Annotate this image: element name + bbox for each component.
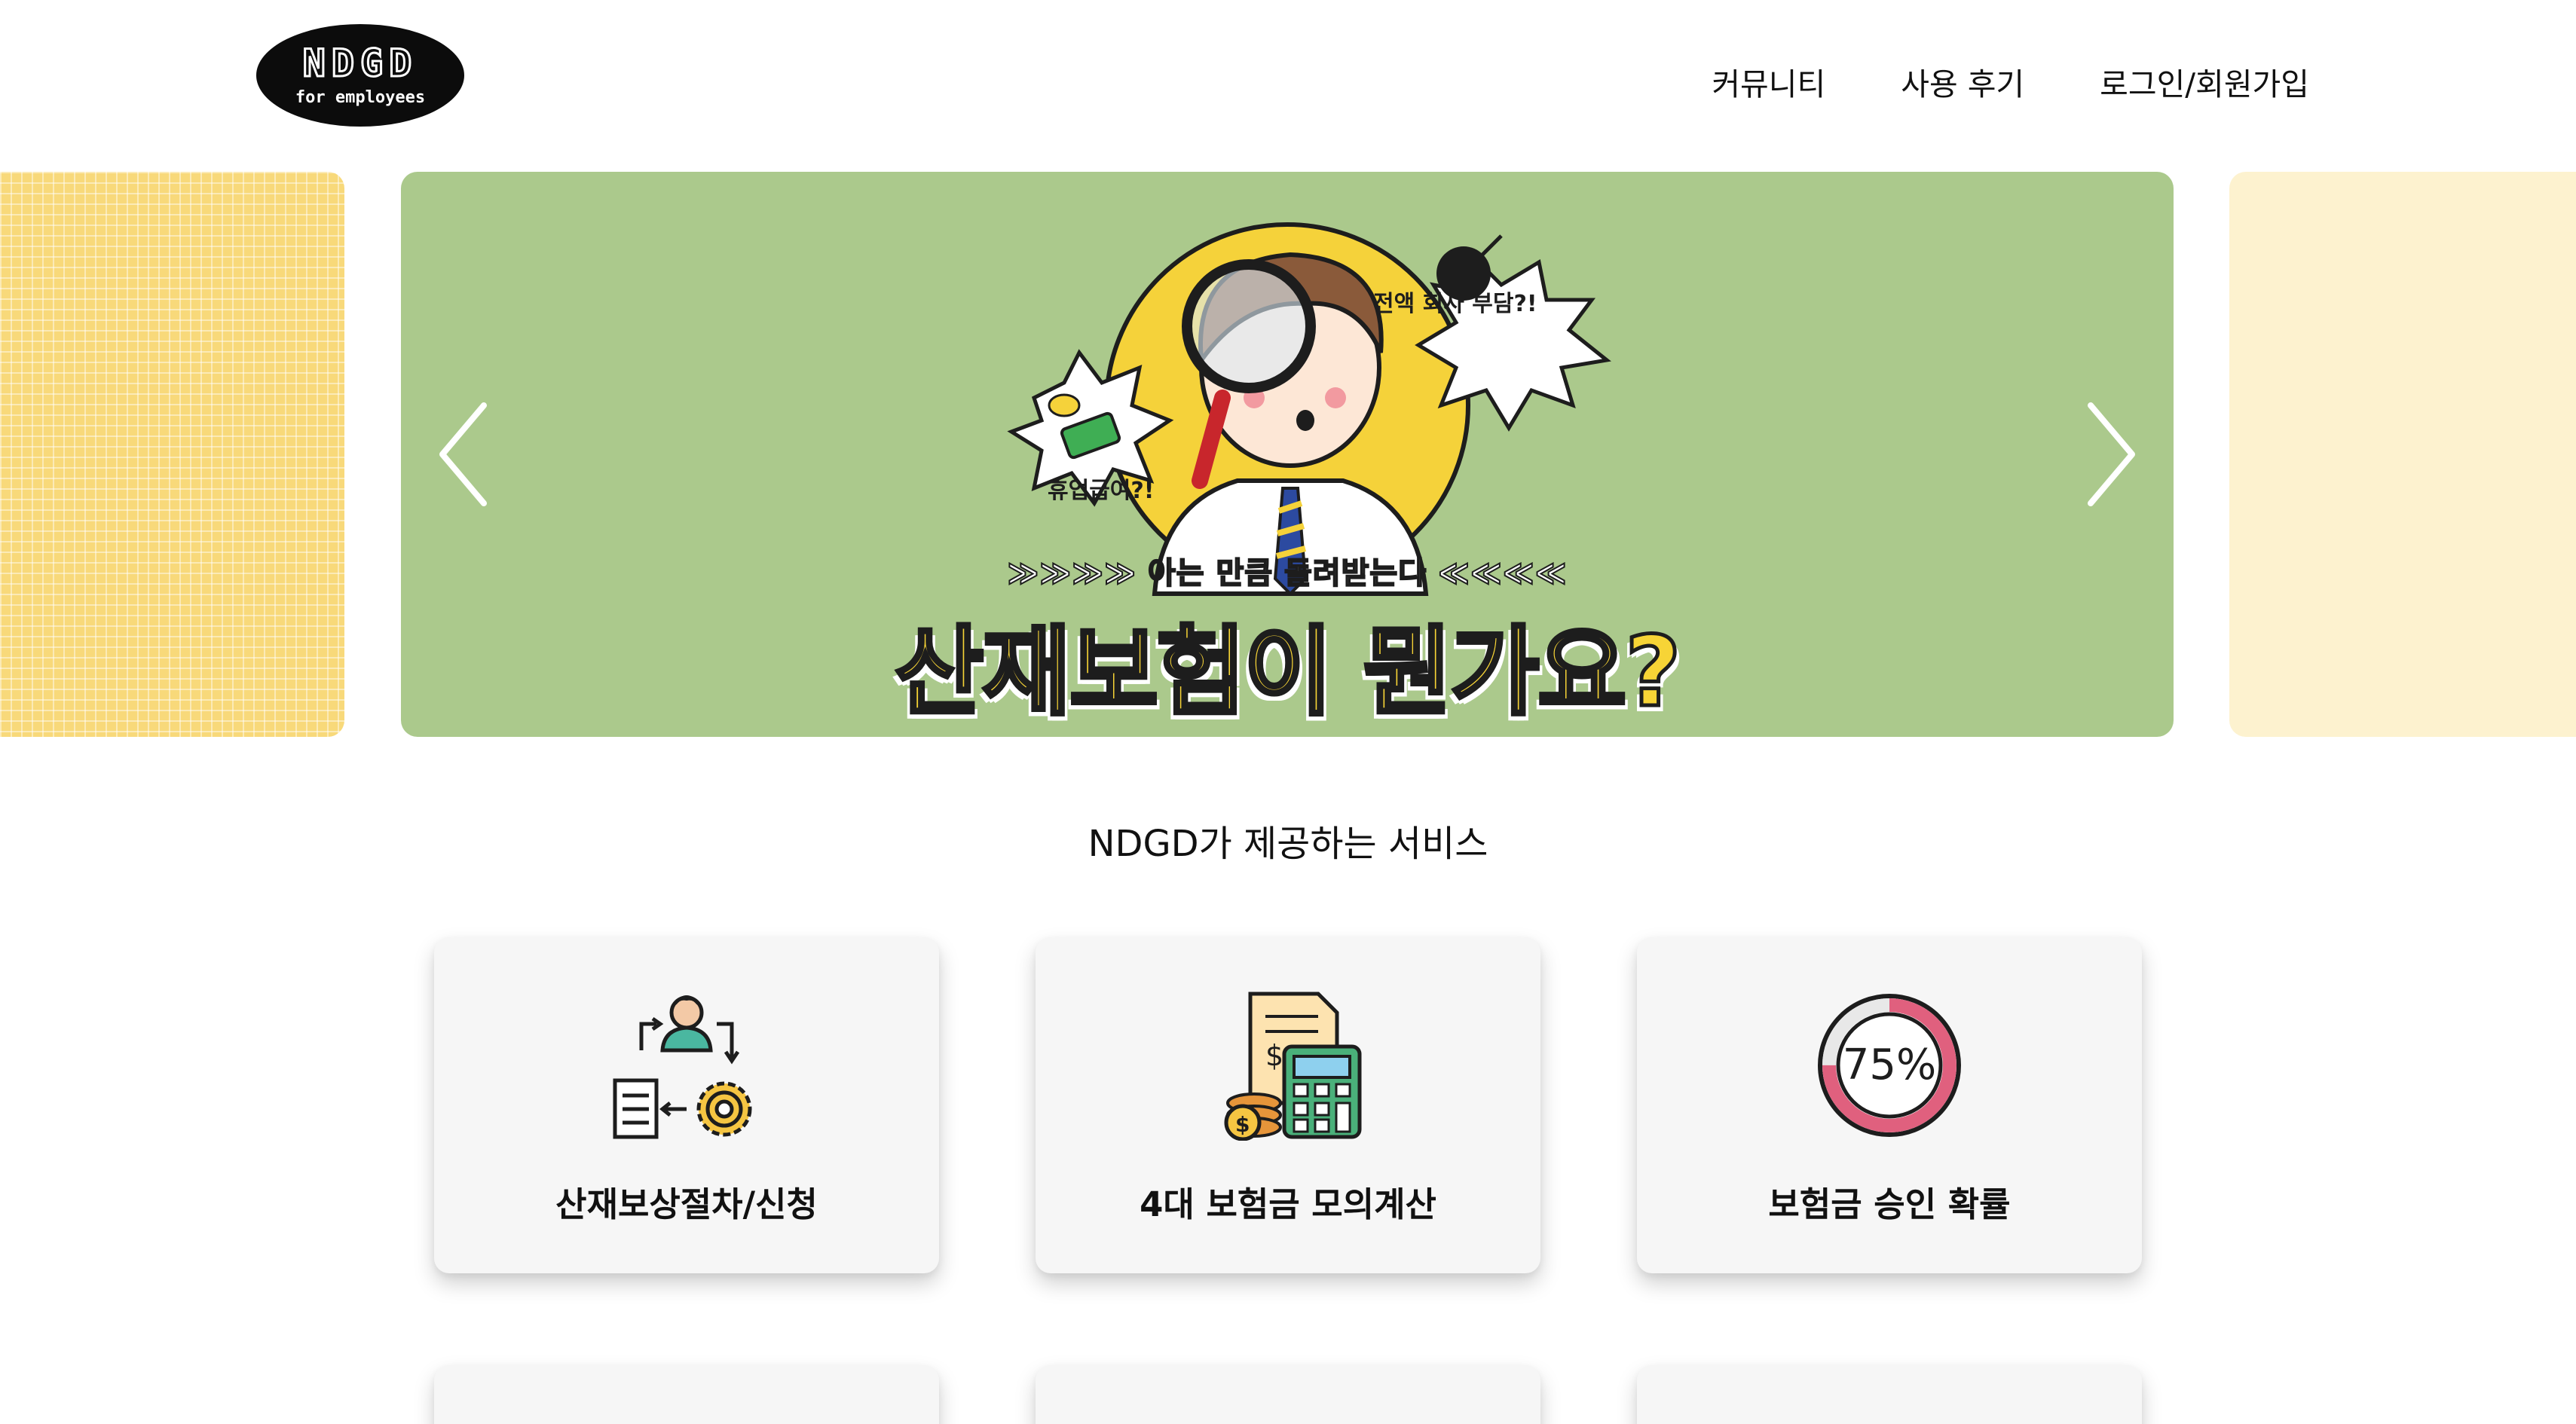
carousel-slide-current[interactable]: 전액 회사 부담?! 휴업급여?! ≫≫≫≫ 아는 만큼 돌려받는다 ≪≪≪≪ … xyxy=(401,172,2174,737)
carousel-slide-next[interactable] xyxy=(2229,172,2576,737)
logo[interactable]: NDGD for employees xyxy=(256,24,464,127)
carousel-slide-prev[interactable] xyxy=(0,172,344,737)
banner-carousel: 전액 회사 부담?! 휴업급여?! ≫≫≫≫ 아는 만큼 돌려받는다 ≪≪≪≪ … xyxy=(0,172,2576,737)
service-card-compensation[interactable]: 산재보상절차/신청 xyxy=(434,937,939,1273)
workflow-process-icon xyxy=(613,995,752,1139)
service-card-row2-2[interactable] xyxy=(1036,1365,1540,1424)
nav-reviews[interactable]: 사용 후기 xyxy=(1901,59,2024,104)
carousel-prev-arrow-icon[interactable] xyxy=(431,398,499,511)
nav-login-signup[interactable]: 로그인/회원가입 xyxy=(2100,59,2309,104)
top-nav: 커뮤니티 사용 후기 로그인/회원가입 xyxy=(1712,59,2309,104)
nav-community[interactable]: 커뮤니티 xyxy=(1712,59,1825,104)
logo-text: NDGD xyxy=(301,41,418,85)
gauge-percent-text: 75% xyxy=(1843,1040,1936,1089)
logo-subtext: for employees xyxy=(295,87,426,107)
calculator-icon: $ $ xyxy=(1224,992,1362,1141)
banner-title: 산재보험이 뭔가요? xyxy=(893,615,1683,731)
service-card-label: 4대 보험금 모의계산 xyxy=(1140,1184,1436,1224)
banner-subtitle: ≫≫≫≫ 아는 만큼 돌려받는다 ≪≪≪≪ xyxy=(1007,555,1568,591)
service-card-label: 산재보상절차/신청 xyxy=(555,1184,818,1224)
service-card-approval-rate[interactable]: 75% 보험금 승인 확률 xyxy=(1637,937,2142,1273)
svg-text:$: $ xyxy=(1265,1039,1283,1072)
services-title: NDGD가 제공하는 서비스 xyxy=(1088,823,1488,865)
bubble-left-text: 휴업급여?! xyxy=(1048,478,1155,504)
service-card-label: 보험금 승인 확률 xyxy=(1768,1184,2011,1224)
service-card-row2-1[interactable] xyxy=(434,1365,939,1424)
page: NDGD for employees 커뮤니티 사용 후기 로그인/회원가입 전… xyxy=(0,0,2576,1424)
carousel-next-arrow-icon[interactable] xyxy=(2076,398,2143,511)
service-card-calculator[interactable]: $ $ 4대 보험금 모의계산 xyxy=(1036,937,1540,1273)
service-card-row2-3[interactable] xyxy=(1637,1365,2142,1424)
percent-gauge-icon: 75% xyxy=(1818,994,1961,1137)
bubble-right-text: 전액 회사 부담?! xyxy=(1373,291,1537,317)
svg-text:$: $ xyxy=(1235,1112,1250,1137)
